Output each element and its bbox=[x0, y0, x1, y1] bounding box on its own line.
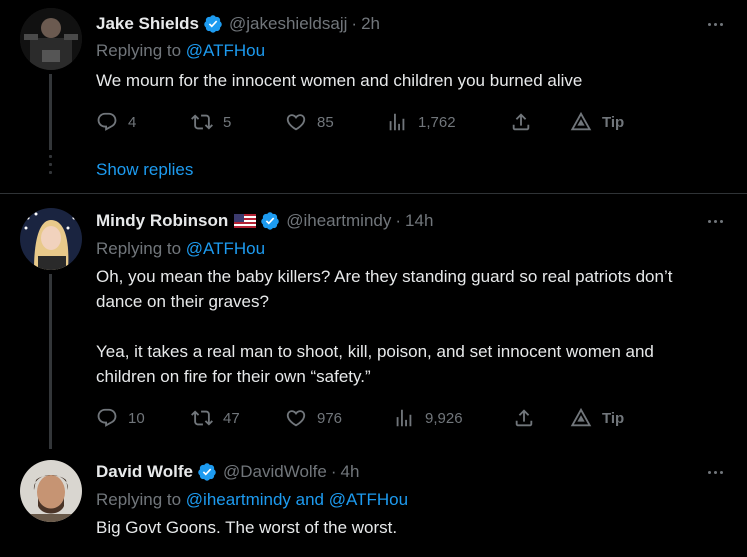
like-count: 976 bbox=[317, 409, 343, 427]
separator: · bbox=[395, 211, 402, 230]
tweet-jake-shields[interactable]: Jake Shields @jakeshieldsajj · 2h Replyi… bbox=[0, 0, 747, 193]
retweet-button[interactable]: 5 bbox=[191, 110, 231, 134]
tweet-actions: 10 47 976 9,926 Tip bbox=[96, 406, 656, 430]
more-icon[interactable] bbox=[703, 14, 727, 34]
replying-to-label: Replying to bbox=[96, 239, 186, 258]
retweet-icon bbox=[191, 410, 213, 426]
tip-button[interactable]: Tip bbox=[570, 406, 624, 430]
views-count: 1,762 bbox=[418, 113, 456, 131]
retweet-button[interactable]: 47 bbox=[191, 406, 240, 430]
share-button[interactable] bbox=[513, 406, 535, 430]
reply-to-handle-link[interactable]: @ATFHou bbox=[186, 41, 265, 60]
like-icon bbox=[286, 114, 306, 131]
tweet-text: Oh, you mean the baby killers? Are they … bbox=[96, 264, 716, 389]
share-button[interactable] bbox=[510, 110, 532, 134]
tip-icon bbox=[570, 111, 592, 131]
tweet-header: Mindy Robinson @iheartmindy · 14h bbox=[96, 211, 433, 231]
like-icon bbox=[286, 410, 306, 427]
views-icon bbox=[389, 113, 405, 131]
tip-label: Tip bbox=[602, 113, 625, 131]
like-button[interactable]: 85 bbox=[285, 110, 334, 134]
reply-button[interactable]: 4 bbox=[96, 110, 136, 134]
replying-to: Replying to @ATFHou bbox=[96, 41, 265, 61]
reply-to-handle-link[interactable]: @iheartmindy bbox=[186, 490, 291, 509]
replying-to-label: Replying to bbox=[96, 41, 186, 60]
retweet-icon bbox=[191, 114, 213, 130]
reply-button[interactable]: 10 bbox=[96, 406, 145, 430]
share-icon bbox=[515, 409, 533, 427]
author-name[interactable]: David Wolfe bbox=[96, 462, 193, 482]
share-icon bbox=[512, 113, 530, 131]
tweet-paragraph: Oh, you mean the baby killers? Are they … bbox=[96, 267, 673, 311]
timestamp[interactable]: 2h bbox=[361, 14, 380, 34]
verified-badge-icon bbox=[198, 463, 216, 481]
tip-button[interactable]: Tip bbox=[570, 110, 624, 134]
show-replies-link[interactable]: Show replies bbox=[96, 160, 193, 180]
reply-and-label: and bbox=[290, 490, 329, 509]
avatar-mindy-robinson[interactable] bbox=[20, 208, 82, 270]
separator: · bbox=[351, 14, 358, 33]
tweet-header: David Wolfe @DavidWolfe · 4h bbox=[96, 462, 359, 482]
us-flag-icon bbox=[234, 214, 257, 228]
reply-to-handle-link[interactable]: @ATFHou bbox=[329, 490, 408, 509]
separator: · bbox=[330, 462, 337, 481]
tweet-david-wolfe[interactable]: David Wolfe @DavidWolfe · 4h Replying to… bbox=[0, 452, 747, 557]
retweet-count: 47 bbox=[223, 409, 240, 427]
views-icon bbox=[396, 409, 412, 427]
tweet-paragraph: Big Govt Goons. The worst of the worst. bbox=[96, 518, 398, 537]
author-handle[interactable]: @iheartmindy bbox=[286, 211, 391, 231]
timestamp[interactable]: 14h bbox=[405, 211, 433, 231]
tweet-paragraph: Yea, it takes a real man to shoot, kill,… bbox=[96, 342, 654, 386]
replying-to: Replying to @ATFHou bbox=[96, 239, 265, 259]
views-button[interactable]: 9,926 bbox=[393, 406, 463, 430]
replying-to: Replying to @iheartmindy and @ATFHou bbox=[96, 490, 408, 510]
timestamp[interactable]: 4h bbox=[341, 462, 360, 482]
like-button[interactable]: 976 bbox=[285, 406, 342, 430]
author-name[interactable]: Jake Shields bbox=[96, 14, 199, 34]
retweet-count: 5 bbox=[223, 113, 232, 131]
avatar-david-wolfe[interactable] bbox=[20, 460, 82, 522]
thread-line bbox=[49, 274, 52, 449]
thread-dots bbox=[49, 155, 52, 179]
more-icon[interactable] bbox=[703, 462, 727, 482]
author-name[interactable]: Mindy Robinson bbox=[96, 211, 228, 231]
tweet-text: Big Govt Goons. The worst of the worst. bbox=[96, 515, 716, 540]
verified-badge-icon bbox=[261, 212, 279, 230]
more-icon[interactable] bbox=[703, 211, 727, 231]
tip-label: Tip bbox=[602, 409, 625, 427]
like-count: 85 bbox=[317, 113, 334, 131]
tweet-actions: 4 5 85 1,762 Tip bbox=[96, 110, 656, 134]
views-button[interactable]: 1,762 bbox=[386, 110, 456, 134]
thread-line bbox=[49, 74, 52, 150]
tweet-header: Jake Shields @jakeshieldsajj · 2h bbox=[96, 14, 380, 34]
tweet-paragraph: We mourn for the innocent women and chil… bbox=[96, 71, 583, 90]
tweet-text: We mourn for the innocent women and chil… bbox=[96, 68, 716, 93]
reply-count: 4 bbox=[128, 113, 137, 131]
tip-icon bbox=[570, 407, 592, 427]
author-handle[interactable]: @DavidWolfe bbox=[223, 462, 327, 482]
views-count: 9,926 bbox=[425, 409, 463, 427]
reply-icon bbox=[97, 408, 117, 427]
replying-to-label: Replying to bbox=[96, 490, 186, 509]
reply-to-handle-link[interactable]: @ATFHou bbox=[186, 239, 265, 258]
reply-icon bbox=[97, 112, 117, 131]
author-handle[interactable]: @jakeshieldsajj bbox=[229, 14, 347, 34]
verified-badge-icon bbox=[204, 15, 222, 33]
reply-count: 10 bbox=[128, 409, 145, 427]
avatar-jake-shields[interactable] bbox=[20, 8, 82, 70]
